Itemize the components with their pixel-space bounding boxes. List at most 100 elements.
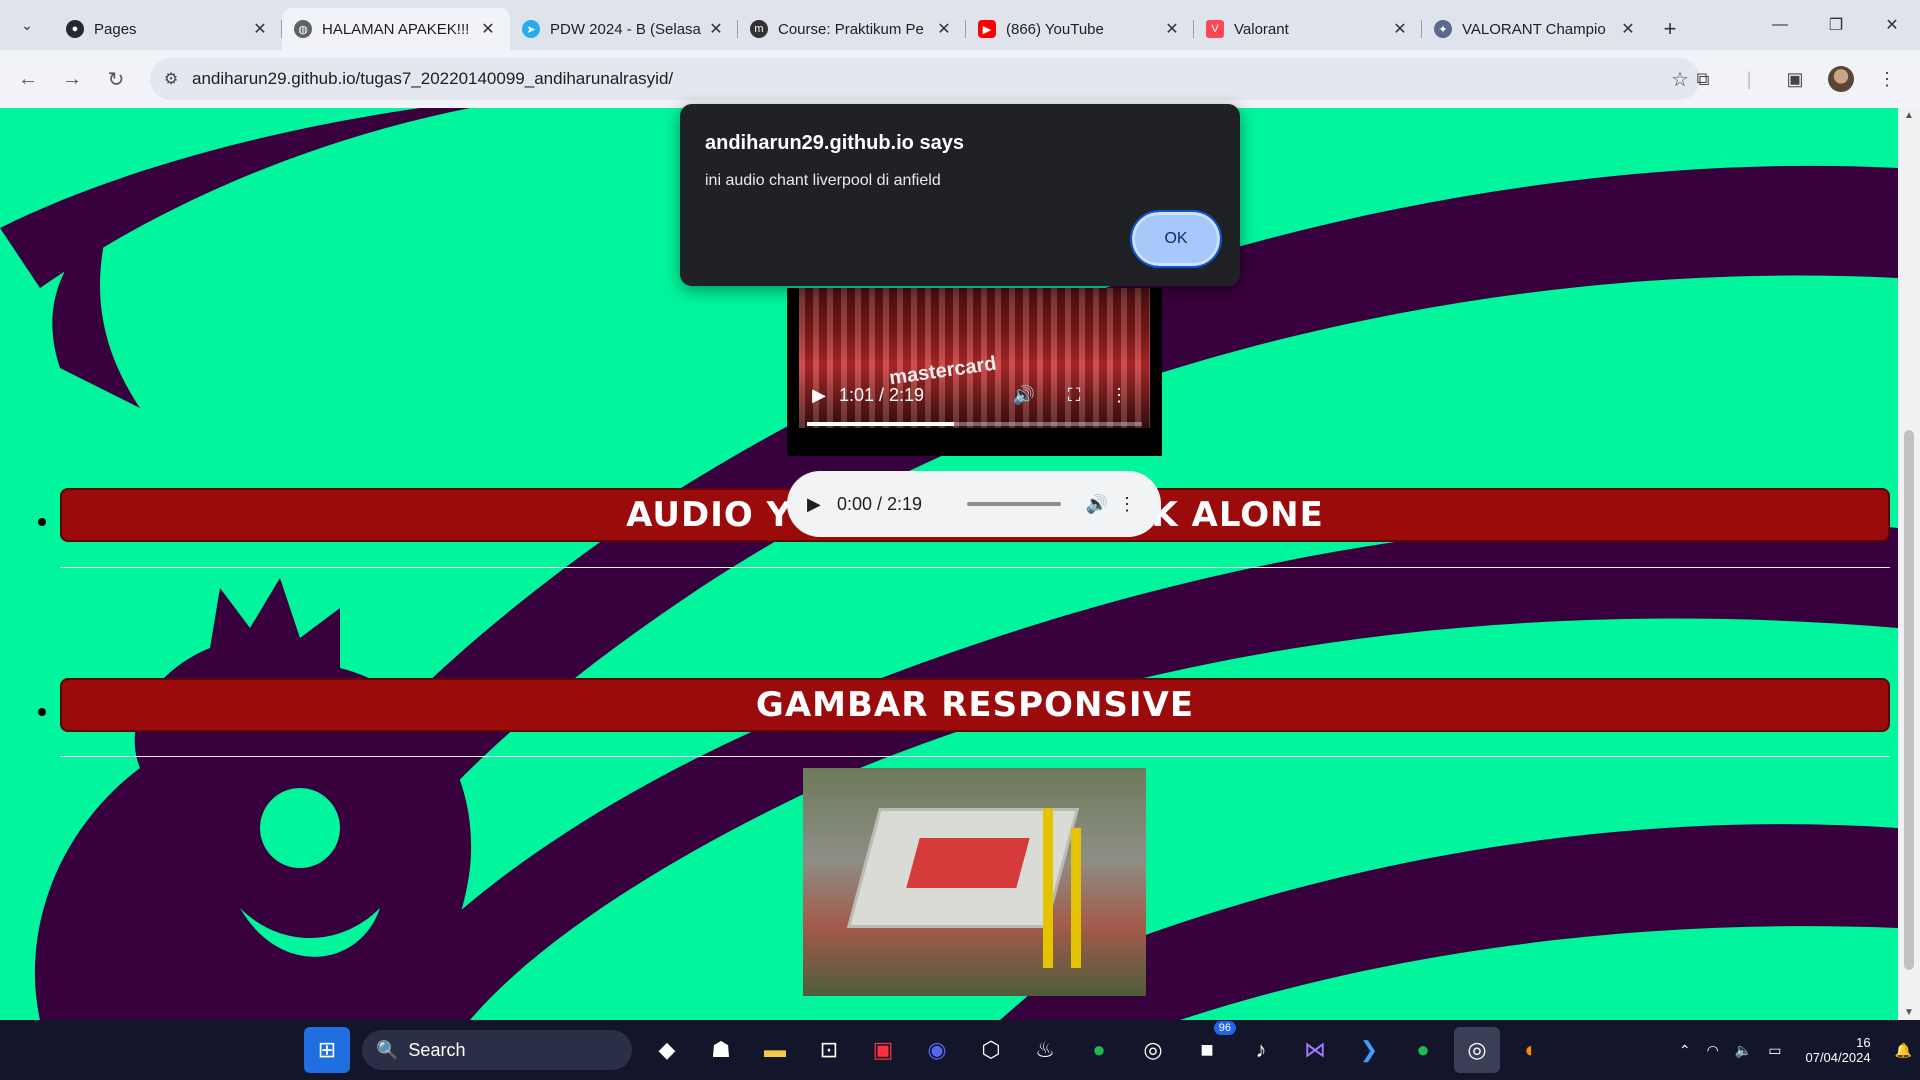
teams-icon[interactable]: ☗ [698, 1027, 744, 1073]
tab-pages[interactable]: ● Pages ✕ [54, 8, 282, 50]
list-bullet [38, 708, 46, 716]
ok-button[interactable]: OK [1130, 210, 1222, 268]
globe-icon: ◍ [294, 20, 312, 38]
menu-kebab-icon[interactable]: ⋮ [1864, 69, 1910, 90]
video-progress-bar[interactable] [807, 422, 1142, 426]
tab-title: Course: Praktikum Pe [778, 20, 924, 38]
github-icon: ● [66, 20, 84, 38]
spotify-icon[interactable]: ● [1076, 1027, 1122, 1073]
site-info-icon[interactable]: ⚙ [150, 69, 192, 89]
tab-valorant[interactable]: V Valorant ✕ [1194, 8, 1422, 50]
scroll-down-icon[interactable]: ▼ [1898, 1007, 1920, 1018]
section-heading-text: GAMBAR RESPONSIVE [755, 685, 1195, 725]
extensions-icon[interactable]: ⧉ [1680, 69, 1726, 90]
scroll-up-icon[interactable]: ▲ [1898, 110, 1920, 121]
close-icon[interactable]: ✕ [1162, 19, 1182, 39]
wifi-icon[interactable]: ◠ [1707, 1042, 1719, 1059]
app-with-badge-icon[interactable]: ■ 96 [1184, 1021, 1236, 1073]
audio-seek-bar[interactable] [967, 502, 1061, 506]
fullscreen-icon[interactable]: ⛶ [1049, 385, 1099, 406]
tab-search-button[interactable]: ⌄ [6, 4, 48, 46]
valorant-champions-icon: ✦ [1434, 20, 1452, 38]
divider [60, 567, 1890, 568]
toolbar-right-buttons: ⧉ | ▣ ⋮ [1680, 58, 1910, 100]
volume-icon[interactable]: 🔈 [1735, 1042, 1752, 1059]
audio-time: 0:00 / 2:19 [837, 493, 923, 514]
reload-button[interactable]: ↻ [94, 59, 138, 99]
close-icon[interactable]: ✕ [1390, 19, 1410, 39]
clock-time: 16 [1856, 1035, 1871, 1050]
plus-icon: + [1663, 16, 1677, 41]
alert-dialog: andiharun29.github.io says ini audio cha… [680, 104, 1240, 286]
tab-title: Pages [94, 20, 137, 38]
tab-strip: ⌄ ● Pages ✕ ◍ HALAMAN APAKEK!!! ✕ ➤ PDW … [0, 0, 1920, 50]
tab-pdw[interactable]: ➤ PDW 2024 - B (Selasa ✕ [510, 8, 738, 50]
reload-icon: ↻ [107, 68, 125, 91]
page-scrollbar[interactable]: ▲ ▼ [1898, 108, 1920, 1020]
more-options-icon[interactable]: ⋮ [1115, 494, 1139, 515]
video-time: 1:01 / 2:19 [839, 384, 925, 405]
tiktok-icon[interactable]: ♪ [1238, 1027, 1284, 1073]
discord-icon[interactable]: ◉ [914, 1027, 960, 1073]
tab-youtube[interactable]: ▶ (866) YouTube ✕ [966, 8, 1194, 50]
tab-valorant-champions[interactable]: ✦ VALORANT Champio ✕ [1422, 8, 1650, 50]
system-tray: ⌃ ◠ 🔈 ▭ 16 07/04/2024 🔔 [1671, 1020, 1920, 1080]
copilot-icon[interactable]: ◆ [644, 1027, 690, 1073]
telegram-icon: ➤ [522, 20, 540, 38]
moodle-icon: m [750, 20, 768, 38]
steam-icon[interactable]: ♨ [1022, 1027, 1068, 1073]
start-icon[interactable]: ⊞ [304, 1027, 350, 1073]
more-options-icon[interactable]: ⋮ [1099, 385, 1139, 406]
close-icon[interactable]: ✕ [1618, 19, 1638, 39]
video-progress-fill [807, 422, 955, 426]
scrollbar-thumb[interactable] [1904, 430, 1914, 970]
notification-badge: 96 [1213, 1021, 1236, 1035]
chrome-active-icon[interactable]: ◎ [1454, 1027, 1500, 1073]
window-controls: — ❐ ✕ [1752, 0, 1920, 50]
play-icon[interactable]: ▶ [807, 494, 837, 515]
store-icon[interactable]: ⊡ [806, 1027, 852, 1073]
vscode-icon[interactable]: ❯ [1346, 1027, 1392, 1073]
new-tab-button[interactable]: + [1650, 8, 1690, 50]
close-icon[interactable]: ✕ [934, 19, 954, 39]
battery-icon[interactable]: ▭ [1768, 1042, 1781, 1059]
taskbar-search[interactable]: 🔍 Search [362, 1030, 632, 1070]
close-icon[interactable]: ✕ [250, 19, 270, 39]
close-window-icon[interactable]: ✕ [1864, 0, 1920, 50]
side-panel-icon[interactable]: ▣ [1772, 69, 1818, 90]
forward-button[interactable]: → [50, 59, 94, 99]
notification-icon[interactable]: 🔔 [1895, 1042, 1912, 1059]
tab-halaman-apakek[interactable]: ◍ HALAMAN APAKEK!!! ✕ [282, 8, 510, 50]
back-button[interactable]: ← [6, 59, 50, 99]
file-explorer-icon[interactable]: ▬ [752, 1027, 798, 1073]
dialog-message: ini audio chant liverpool di anfield [705, 172, 941, 189]
chrome-icon[interactable]: ◎ [1130, 1027, 1176, 1073]
tab-title: (866) YouTube [1006, 20, 1104, 38]
divider [60, 756, 1890, 757]
firefox-icon[interactable]: ◐ [1508, 1027, 1554, 1073]
minimize-icon[interactable]: — [1752, 0, 1808, 50]
spotify-icon[interactable]: ● [1400, 1027, 1446, 1073]
app-icon[interactable]: ▣ [860, 1027, 906, 1073]
audio-player[interactable]: ▶ 0:00 / 2:19 🔊 ⋮ [787, 471, 1161, 537]
volume-icon[interactable]: 🔊 [999, 385, 1049, 406]
close-icon[interactable]: ✕ [706, 19, 726, 39]
restore-icon[interactable]: ❐ [1808, 0, 1864, 50]
tab-course[interactable]: m Course: Praktikum Pe ✕ [738, 8, 966, 50]
url-text[interactable]: andiharun29.github.io/tugas7_20220140099… [192, 69, 1660, 89]
chevron-up-icon[interactable]: ⌃ [1679, 1042, 1691, 1059]
tab-title: HALAMAN APAKEK!!! [322, 20, 470, 38]
dialog-title: andiharun29.github.io says [705, 132, 964, 154]
clock[interactable]: 16 07/04/2024 [1797, 1035, 1878, 1065]
unity-icon[interactable]: ⬡ [968, 1027, 1014, 1073]
volume-icon[interactable]: 🔊 [1079, 494, 1115, 515]
windows-taskbar: ⊞ 🔍 Search ◆ ☗ ▬ ⊡ ▣ ◉ ⬡ ♨ ● ◎ ■ 96 ♪ ⋈ ❯… [0, 1020, 1920, 1080]
address-bar[interactable]: ⚙ andiharun29.github.io/tugas7_202201400… [150, 58, 1700, 100]
tab-title: Valorant [1234, 20, 1289, 38]
play-icon[interactable]: ▶ [799, 385, 839, 406]
video-player[interactable]: mastercard ▶ 1:01 / 2:19 🔊 ⛶ ⋮ [787, 288, 1162, 456]
close-icon[interactable]: ✕ [478, 19, 498, 39]
profile-avatar[interactable] [1818, 66, 1864, 92]
chevron-down-icon: ⌄ [21, 16, 33, 33]
visual-studio-icon[interactable]: ⋈ [1292, 1027, 1338, 1073]
